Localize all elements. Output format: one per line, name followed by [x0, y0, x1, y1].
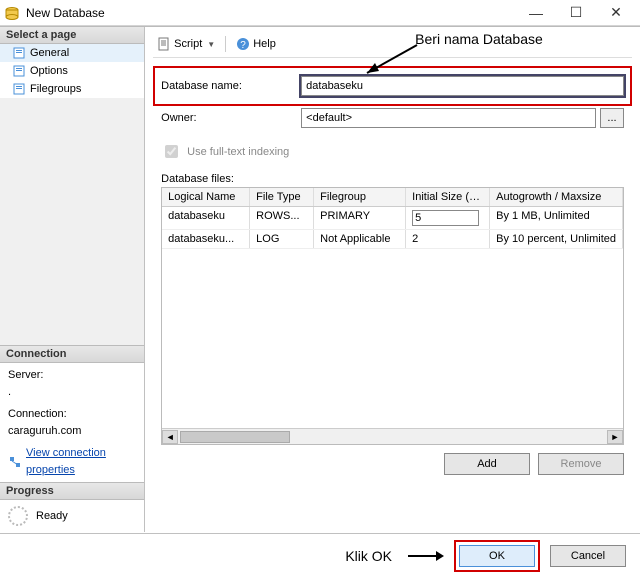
database-name-input[interactable]: [301, 76, 624, 96]
scroll-left-button[interactable]: ◄: [162, 430, 178, 444]
owner-label: Owner:: [161, 112, 301, 124]
cell-file-type: LOG: [250, 230, 314, 248]
connection-icon: [8, 455, 22, 469]
dialog-button-bar: Klik OK OK Cancel: [0, 533, 640, 577]
horizontal-scrollbar[interactable]: ◄ ►: [162, 428, 623, 444]
window-title: New Database: [26, 6, 516, 20]
cell-filegroup: PRIMARY: [314, 207, 406, 229]
server-value: .: [8, 384, 136, 401]
annotation-klik-ok: Klik OK: [345, 548, 392, 564]
connection-value: caraguruh.com: [8, 423, 136, 440]
database-files-grid[interactable]: Logical Name File Type Filegroup Initial…: [161, 187, 624, 445]
close-button[interactable]: ✕: [596, 0, 636, 26]
scroll-thumb[interactable]: [180, 431, 290, 443]
scroll-right-button[interactable]: ►: [607, 430, 623, 444]
db-name-label: Database name:: [161, 80, 301, 92]
maximize-button[interactable]: ☐: [556, 0, 596, 26]
fulltext-label: Use full-text indexing: [187, 146, 289, 158]
svg-text:?: ?: [240, 40, 246, 51]
sidebar-item-filegroups[interactable]: Filegroups: [0, 80, 144, 98]
sidebar-item-label: Filegroups: [30, 83, 81, 95]
col-file-type[interactable]: File Type: [250, 188, 314, 206]
script-label: Script: [174, 38, 202, 50]
minimize-button[interactable]: —: [516, 0, 556, 26]
sidebar-item-options[interactable]: Options: [0, 62, 144, 80]
owner-input[interactable]: [301, 108, 596, 128]
progress-spinner-icon: [8, 506, 28, 526]
view-connection-properties-link[interactable]: View connection properties: [26, 445, 136, 478]
connection-label: Connection:: [8, 406, 136, 423]
cell-autogrowth: By 10 percent, Unlimited: [490, 230, 623, 248]
col-autogrowth[interactable]: Autogrowth / Maxsize: [490, 188, 623, 206]
page-icon: [12, 46, 26, 60]
cell-initial-size[interactable]: [406, 207, 490, 229]
annotation-beri-nama: Beri nama Database: [415, 31, 543, 47]
fulltext-checkbox: [165, 145, 178, 158]
col-logical-name[interactable]: Logical Name: [162, 188, 250, 206]
cell-logical-name: databaseku: [162, 207, 250, 229]
chevron-down-icon: ▼: [207, 40, 215, 49]
annotation-arrow-icon: [355, 41, 425, 81]
help-icon: ?: [236, 37, 250, 51]
main-panel: Script ▼ ? Help Beri nama Database Datab…: [145, 27, 640, 532]
database-files-label: Database files:: [153, 173, 632, 185]
page-icon: [12, 82, 26, 96]
sidebar: Select a page General Options Filegroups…: [0, 27, 145, 532]
titlebar: New Database — ☐ ✕: [0, 0, 640, 26]
col-filegroup[interactable]: Filegroup: [314, 188, 406, 206]
initial-size-input[interactable]: [412, 210, 479, 226]
progress-header: Progress: [0, 483, 144, 500]
cell-logical-name: databaseku...: [162, 230, 250, 248]
cell-autogrowth: By 1 MB, Unlimited: [490, 207, 623, 229]
help-button[interactable]: ? Help: [232, 35, 280, 53]
help-label: Help: [253, 38, 276, 50]
ok-button[interactable]: OK: [459, 545, 535, 567]
table-row[interactable]: databaseku... LOG Not Applicable 2 By 10…: [162, 230, 623, 249]
script-button[interactable]: Script ▼: [153, 35, 219, 53]
cell-initial-size: 2: [406, 230, 490, 248]
progress-status: Ready: [36, 510, 68, 522]
sidebar-item-label: General: [30, 47, 69, 59]
select-page-header: Select a page: [0, 27, 144, 44]
page-icon: [12, 64, 26, 78]
app-icon: [4, 5, 20, 21]
server-label: Server:: [8, 367, 136, 384]
col-initial-size[interactable]: Initial Size (MB): [406, 188, 490, 206]
connection-header: Connection: [0, 346, 144, 363]
sidebar-item-label: Options: [30, 65, 68, 77]
table-row[interactable]: databaseku ROWS... PRIMARY By 1 MB, Unli…: [162, 207, 623, 230]
script-icon: [157, 37, 171, 51]
cancel-button[interactable]: Cancel: [550, 545, 626, 567]
ok-highlight-box: OK: [454, 540, 540, 572]
cell-file-type: ROWS...: [250, 207, 314, 229]
owner-browse-button[interactable]: ...: [600, 108, 624, 128]
remove-button: Remove: [538, 453, 624, 475]
cell-filegroup: Not Applicable: [314, 230, 406, 248]
annotation-arrow-right-icon: [408, 549, 444, 563]
add-button[interactable]: Add: [444, 453, 530, 475]
sidebar-item-general[interactable]: General: [0, 44, 144, 62]
